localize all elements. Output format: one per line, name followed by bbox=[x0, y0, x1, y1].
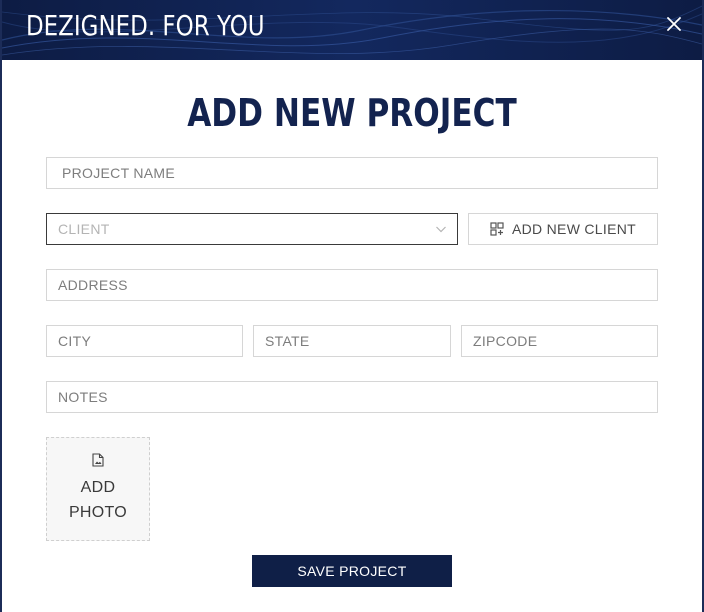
add-new-client-button[interactable]: ADD NEW CLIENT bbox=[468, 213, 658, 245]
add-photo-button[interactable]: ADD PHOTO bbox=[46, 437, 150, 541]
close-icon[interactable] bbox=[667, 17, 681, 31]
save-project-button[interactable]: SAVE PROJECT bbox=[252, 555, 452, 587]
client-select-value: CLIENT bbox=[58, 221, 110, 237]
client-select[interactable]: CLIENT bbox=[46, 213, 458, 245]
project-name-input[interactable] bbox=[46, 157, 658, 189]
add-photo-label: ADD PHOTO bbox=[68, 479, 128, 521]
address-input[interactable] bbox=[46, 269, 658, 301]
modal-header: DEZIGNED. FOR YOU bbox=[2, 0, 702, 60]
close-button[interactable] bbox=[660, 10, 688, 38]
brand-title: DEZIGNED. FOR YOU bbox=[26, 9, 265, 42]
grid-add-icon bbox=[490, 222, 504, 236]
chevron-down-icon bbox=[436, 226, 446, 233]
city-input[interactable] bbox=[46, 325, 243, 357]
file-image-icon bbox=[92, 453, 104, 467]
zipcode-input[interactable] bbox=[461, 325, 658, 357]
page-title: ADD NEW PROJECT bbox=[187, 91, 517, 135]
notes-input[interactable] bbox=[46, 381, 658, 413]
add-new-client-label: ADD NEW CLIENT bbox=[512, 221, 636, 237]
state-input[interactable] bbox=[253, 325, 451, 357]
add-project-modal: DEZIGNED. FOR YOU ADD NEW PROJECT CLIENT… bbox=[2, 0, 702, 612]
